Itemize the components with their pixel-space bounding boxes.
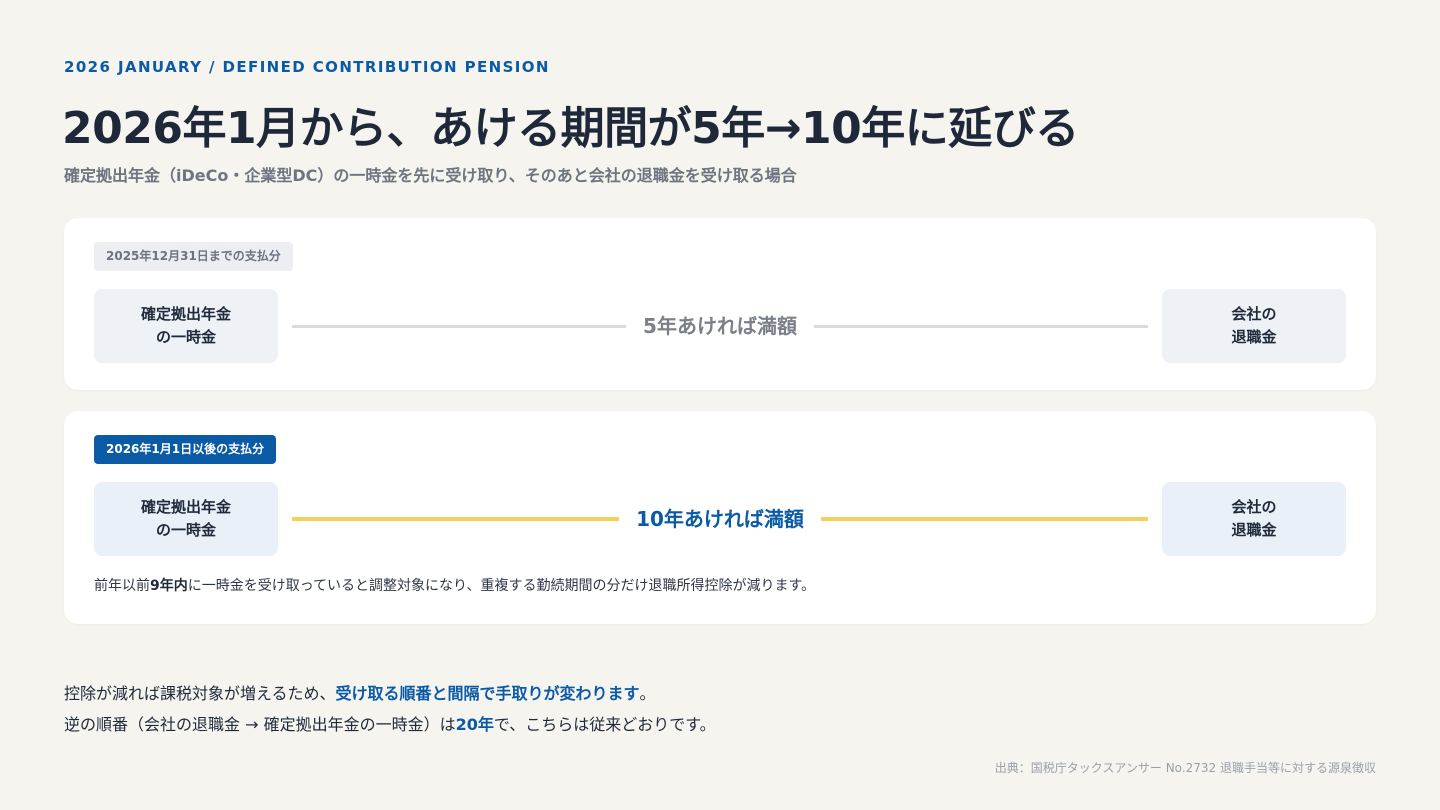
note-bold: 9年内 (150, 578, 188, 594)
old-gap-line-right (814, 325, 1148, 328)
new-gap-line-right (821, 517, 1148, 521)
summary1-before: 控除が減れば課税対象が増えるため、 (64, 684, 336, 703)
old-right-box-line2: 退職金 (1231, 328, 1277, 346)
note-after: に一時金を受け取っていると調整対象になり、重複する勤続期間の分だけ退職所得控除が… (187, 578, 816, 594)
new-rule-tag: 2026年1月1日以後の支払分 (94, 435, 277, 464)
eyebrow: 2026 JANUARY / DEFINED CONTRIBUTION PENS… (64, 58, 550, 76)
old-right-box-line1: 会社の (1231, 305, 1277, 323)
new-rule-card: 2026年1月1日以後の支払分 確定拠出年金 の一時金 10年あければ満額 会社… (64, 411, 1376, 624)
summary1-after: 。 (639, 684, 656, 703)
new-company-retirement-box: 会社の 退職金 (1162, 482, 1346, 556)
old-rule-card: 2025年12月31日までの支払分 確定拠出年金 の一時金 5年あければ満額 会… (64, 218, 1376, 390)
old-company-retirement-box: 会社の 退職金 (1162, 289, 1346, 363)
old-rule-tag: 2025年12月31日までの支払分 (94, 242, 293, 271)
summary-line-2: 逆の順番（会社の退職金 → 確定拠出年金の一時金）は20年で、こちらは従来どおり… (64, 711, 716, 735)
subtitle: 確定拠出年金（iDeCo・企業型DC）の一時金を先に受け取り、そのあと会社の退職… (64, 166, 797, 185)
summary2-before: 逆の順番（会社の退職金 → 確定拠出年金の一時金）は (64, 715, 456, 734)
page-title: 2026年1月から、あける期間が5年→10年に延びる (62, 103, 1079, 154)
source-citation: 出典：国税庁タックスアンサー No.2732 退職手当等に対する源泉徴収 (994, 761, 1376, 775)
summary2-after: で、こちらは従来どおりです。 (493, 715, 716, 734)
new-right-box-line2: 退職金 (1231, 521, 1277, 539)
new-right-box-line1: 会社の (1231, 498, 1277, 516)
summary2-highlight: 20年 (455, 715, 494, 734)
summary1-highlight: 受け取る順番と間隔で手取りが変わります (335, 684, 640, 703)
summary-line-1: 控除が減れば課税対象が増えるため、受け取る順番と間隔で手取りが変わります。 (64, 680, 656, 704)
adjustment-note: 前年以前9年内に一時金を受け取っていると調整対象になり、重複する勤続期間の分だけ… (94, 575, 815, 595)
note-before: 前年以前 (94, 578, 150, 594)
